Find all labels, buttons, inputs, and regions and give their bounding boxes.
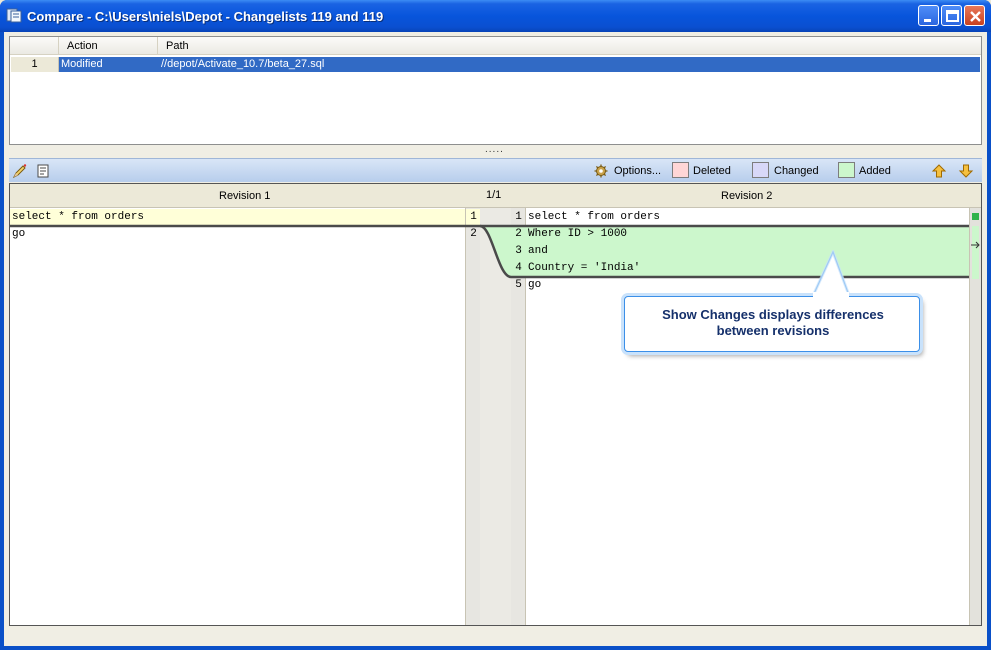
history-icon[interactable]	[35, 163, 51, 179]
minimize-icon	[924, 19, 931, 22]
diff-counter: 1/1	[486, 189, 502, 201]
callout-line-2: between revisions	[716, 323, 830, 338]
diff-connector	[479, 208, 512, 625]
edit-icon[interactable]	[12, 163, 28, 179]
changed-legend-label: Changed	[774, 165, 819, 177]
gear-icon[interactable]	[594, 164, 608, 178]
diff-toolbar: Options... Deleted Changed Added	[9, 158, 982, 182]
revision-1-title: Revision 1	[219, 190, 271, 202]
diff-connector-curve	[479, 224, 512, 279]
arrow-up-icon[interactable]	[931, 163, 947, 179]
deleted-legend-label: Deleted	[693, 165, 731, 177]
options-button[interactable]: Options...	[614, 165, 661, 177]
overview-change-marker[interactable]	[972, 213, 979, 220]
changed-swatch	[752, 162, 769, 178]
window-title: Compare - C:\Users\niels\Depot - Changel…	[27, 9, 384, 24]
added-swatch	[838, 162, 855, 178]
diff-header: Revision 1 1/1 Revision 2	[10, 184, 981, 208]
deleted-swatch	[672, 162, 689, 178]
maximize-button[interactable]	[941, 5, 962, 26]
app-icon	[6, 8, 22, 23]
index-column-header[interactable]	[10, 37, 59, 55]
diff-overview-bar[interactable]	[969, 208, 981, 625]
file-list-table[interactable]: Action Path 1 Modified //depot/Activate_…	[9, 36, 982, 145]
overview-added-region	[972, 226, 979, 279]
callout-pointer-join	[813, 292, 849, 298]
row-action: Modified	[61, 58, 103, 70]
arrow-down-icon[interactable]	[958, 163, 974, 179]
revision-1-line-numbers: 1 2	[465, 208, 481, 625]
row-path: //depot/Activate_10.7/beta_27.sql	[161, 58, 325, 70]
overview-arrow-icon	[971, 241, 980, 249]
added-legend-label: Added	[859, 165, 891, 177]
maximize-icon	[946, 10, 959, 22]
path-column-header[interactable]: Path	[158, 37, 981, 55]
revision-2-title: Revision 2	[721, 190, 773, 202]
left-block-border	[10, 224, 480, 228]
help-callout: Show Changes displays differences betwee…	[624, 296, 920, 352]
close-icon	[970, 11, 981, 22]
title-bar[interactable]: Compare - C:\Users\niels\Depot - Changel…	[0, 0, 991, 32]
added-block-borders	[511, 224, 969, 279]
minimize-button[interactable]	[918, 5, 939, 26]
panel-splitter[interactable]: .....	[485, 144, 504, 155]
callout-text: Show Changes displays differences betwee…	[629, 307, 917, 339]
callout-line-1: Show Changes displays differences	[662, 307, 884, 322]
action-column-header[interactable]: Action	[59, 37, 158, 55]
row-index: 1	[11, 57, 59, 72]
revision-1-pane[interactable]: select * from orders go	[10, 208, 465, 625]
file-list-header: Action Path	[10, 37, 981, 55]
file-list-row[interactable]: 1 Modified //depot/Activate_10.7/beta_27…	[11, 57, 980, 72]
status-bar	[9, 629, 982, 643]
close-button[interactable]	[964, 5, 985, 26]
